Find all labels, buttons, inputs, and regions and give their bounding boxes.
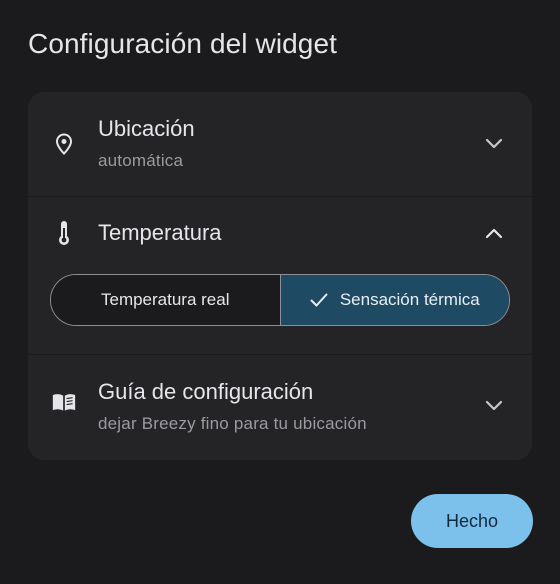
temperature-title: Temperatura <box>98 220 222 245</box>
thermometer-icon <box>52 221 76 245</box>
location-section[interactable]: Ubicación automática <box>28 92 532 196</box>
chevron-up-icon[interactable] <box>484 223 504 243</box>
location-subtitle: automática <box>98 151 184 170</box>
feels-like-option[interactable]: Sensación térmica <box>280 275 509 325</box>
feels-like-label: Sensación térmica <box>339 290 480 309</box>
check-icon <box>310 293 328 307</box>
location-pin-icon <box>52 132 76 156</box>
real-temperature-label: Temperatura real <box>100 290 230 309</box>
guide-title: Guía de configuración <box>98 379 314 404</box>
real-temperature-option[interactable]: Temperatura real <box>51 275 281 325</box>
chevron-down-icon[interactable] <box>484 396 504 416</box>
book-icon <box>52 390 76 414</box>
widget-config-dialog: Configuración del widget Ubicación autom… <box>0 0 560 584</box>
settings-card: Ubicación automática Temperatura Tempera… <box>28 92 532 460</box>
done-button[interactable]: Hecho <box>411 494 533 548</box>
location-title: Ubicación <box>98 116 195 141</box>
guide-subtitle: dejar Breezy fino para tu ubicación <box>98 414 367 433</box>
temperature-mode-toggle: Temperatura real Sensación térmica <box>50 274 510 326</box>
guide-section[interactable]: Guía de configuración dejar Breezy fino … <box>28 355 532 460</box>
chevron-down-icon[interactable] <box>484 134 504 154</box>
dialog-title: Configuración del widget <box>28 28 338 59</box>
